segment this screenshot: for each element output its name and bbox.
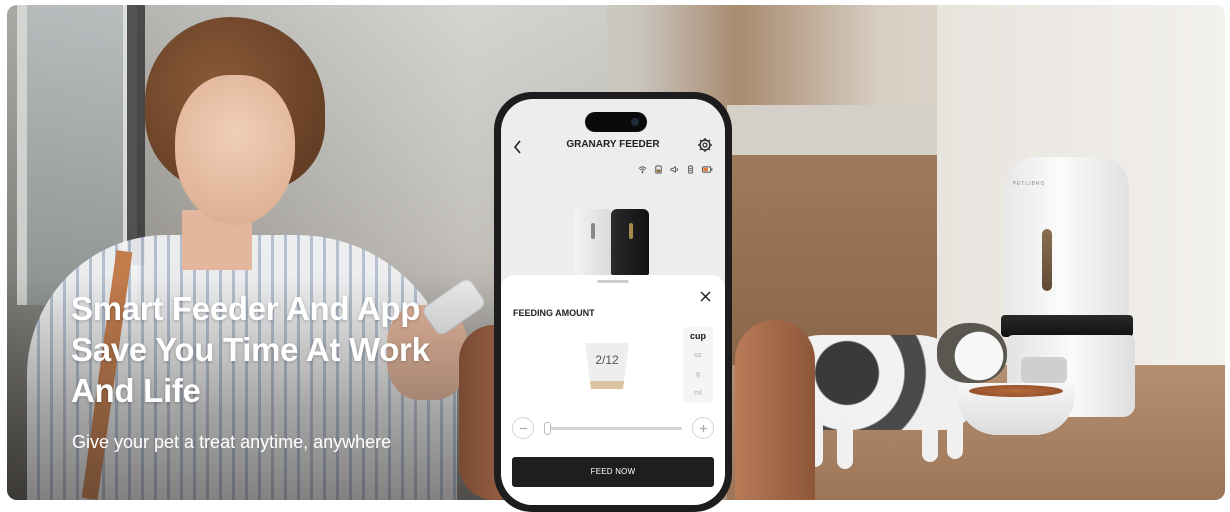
wifi-icon bbox=[638, 166, 647, 174]
close-button[interactable] bbox=[697, 290, 713, 306]
pet-feeder: PETLIBRO bbox=[997, 157, 1137, 417]
app-header: GRANARY FEEDER bbox=[501, 135, 725, 159]
sheet-title: FEEDING AMOUNT bbox=[513, 308, 595, 318]
food-level-icon bbox=[655, 165, 662, 174]
cat-leg bbox=[922, 410, 938, 462]
unit-ml[interactable]: ml bbox=[683, 384, 713, 403]
camera-icon bbox=[631, 118, 639, 126]
feeding-amount-sheet: FEEDING AMOUNT 2/12 cup oz g ml FEED NOW bbox=[501, 275, 725, 505]
phone-screen: GRANARY FEEDER FEEDING AMOUNT 2/12 cup o… bbox=[501, 99, 725, 505]
unit-g[interactable]: g bbox=[683, 365, 713, 384]
feeder-white bbox=[574, 209, 612, 275]
desiccant-icon bbox=[688, 165, 693, 174]
phone-mockup: GRANARY FEEDER FEEDING AMOUNT 2/12 cup o… bbox=[494, 92, 732, 512]
sheet-grabber[interactable] bbox=[597, 280, 629, 283]
feeder-ring bbox=[1001, 315, 1133, 337]
feeder-window bbox=[629, 223, 633, 239]
kitchen-shelf bbox=[727, 105, 937, 155]
dynamic-island bbox=[585, 112, 647, 132]
increase-button[interactable] bbox=[692, 417, 714, 439]
gear-icon bbox=[698, 138, 712, 152]
device-status-row bbox=[638, 165, 713, 174]
battery-icon bbox=[702, 166, 713, 173]
amount-slider-row bbox=[512, 417, 714, 439]
settings-button[interactable] bbox=[697, 137, 715, 155]
minus-icon bbox=[519, 427, 527, 430]
amount-value: 2/12 bbox=[595, 353, 619, 367]
unit-selector: cup oz g ml bbox=[683, 327, 713, 403]
decrease-button[interactable] bbox=[512, 417, 534, 439]
subline: Give your pet a treat anytime, anywhere bbox=[72, 432, 392, 452]
door-frame bbox=[127, 5, 145, 265]
headline: Smart Feeder And App Save You Time At Wo… bbox=[71, 290, 430, 409]
feeder-black bbox=[611, 209, 649, 275]
woman-face bbox=[175, 75, 295, 225]
unit-oz[interactable]: oz bbox=[683, 346, 713, 365]
slider-thumb[interactable] bbox=[543, 422, 551, 435]
slider-track[interactable] bbox=[544, 427, 682, 430]
feeder-chute bbox=[1021, 357, 1067, 383]
speaker-icon bbox=[670, 166, 678, 173]
app-title: GRANARY FEEDER bbox=[566, 139, 660, 150]
plus-icon bbox=[699, 425, 707, 432]
cat-leg bbox=[837, 417, 853, 469]
feeder-window bbox=[1042, 229, 1052, 291]
feeder-product-image bbox=[571, 209, 655, 279]
feeder-window bbox=[591, 223, 595, 239]
close-icon bbox=[699, 291, 711, 302]
feeder-logo: PETLIBRO bbox=[1012, 181, 1046, 187]
unit-cup[interactable]: cup bbox=[683, 327, 713, 346]
feed-now-button[interactable]: FEED NOW bbox=[512, 457, 714, 487]
cat-leg bbox=[947, 407, 963, 459]
kibble bbox=[969, 385, 1063, 397]
holding-hand-right bbox=[735, 320, 815, 500]
